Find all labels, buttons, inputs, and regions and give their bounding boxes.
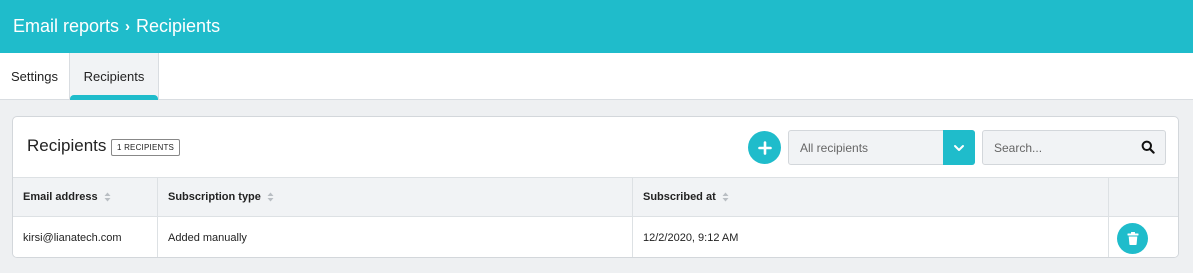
column-header-actions <box>1108 178 1178 216</box>
recipient-filter-value: All recipients <box>800 141 869 155</box>
panel-title: Recipients <box>27 136 107 155</box>
top-bar: Email reports › Recipients <box>0 0 1193 53</box>
cell-subscription-type: Added manually <box>157 217 632 257</box>
cell-email: kirsi@lianatech.com <box>23 231 122 244</box>
column-header-subscribed-at-label: Subscribed at <box>643 191 716 203</box>
tab-settings[interactable]: Settings <box>0 53 69 100</box>
search-box <box>982 130 1166 165</box>
tab-bar: Settings Recipients <box>0 53 1193 100</box>
breadcrumb-recipients: Recipients <box>136 16 221 36</box>
column-header-subscription-type-label: Subscription type <box>168 191 261 203</box>
trash-icon <box>1127 232 1138 245</box>
active-tab-indicator <box>70 95 158 100</box>
tab-recipients[interactable]: Recipients <box>69 53 159 100</box>
chevron-down-icon <box>954 144 964 151</box>
sort-icon <box>267 192 274 202</box>
breadcrumb-email-reports[interactable]: Email reports <box>13 16 119 37</box>
plus-icon <box>757 140 772 155</box>
recipient-filter-select[interactable]: All recipients <box>788 130 975 165</box>
tab-settings-label: Settings <box>11 69 58 84</box>
sort-icon <box>722 192 729 202</box>
recipients-count-badge: 1 RECIPIENTS <box>111 139 181 156</box>
search-icon[interactable] <box>1141 140 1155 154</box>
add-recipient-button[interactable] <box>748 131 781 164</box>
cell-subscribed-at: 12/2/2020, 9:12 AM <box>632 217 1108 257</box>
table-header: Email address Subscription type Subscrib… <box>13 177 1178 217</box>
recipients-panel: Recipients 1 RECIPIENTS All recipients E… <box>12 116 1179 258</box>
column-header-email[interactable]: Email address <box>13 178 157 216</box>
breadcrumb-separator: › <box>125 18 131 35</box>
tab-recipients-label: Recipients <box>83 69 145 84</box>
sort-icon <box>104 192 111 202</box>
filter-dropdown-toggle[interactable] <box>943 130 975 165</box>
column-header-email-label: Email address <box>23 191 98 203</box>
column-header-subscription-type[interactable]: Subscription type <box>157 178 632 216</box>
delete-recipient-button[interactable] <box>1117 223 1148 254</box>
table-row: kirsi@lianatech.com Added manually 12/2/… <box>13 217 1178 257</box>
column-header-subscribed-at[interactable]: Subscribed at <box>632 178 1108 216</box>
search-input[interactable] <box>983 131 1133 164</box>
